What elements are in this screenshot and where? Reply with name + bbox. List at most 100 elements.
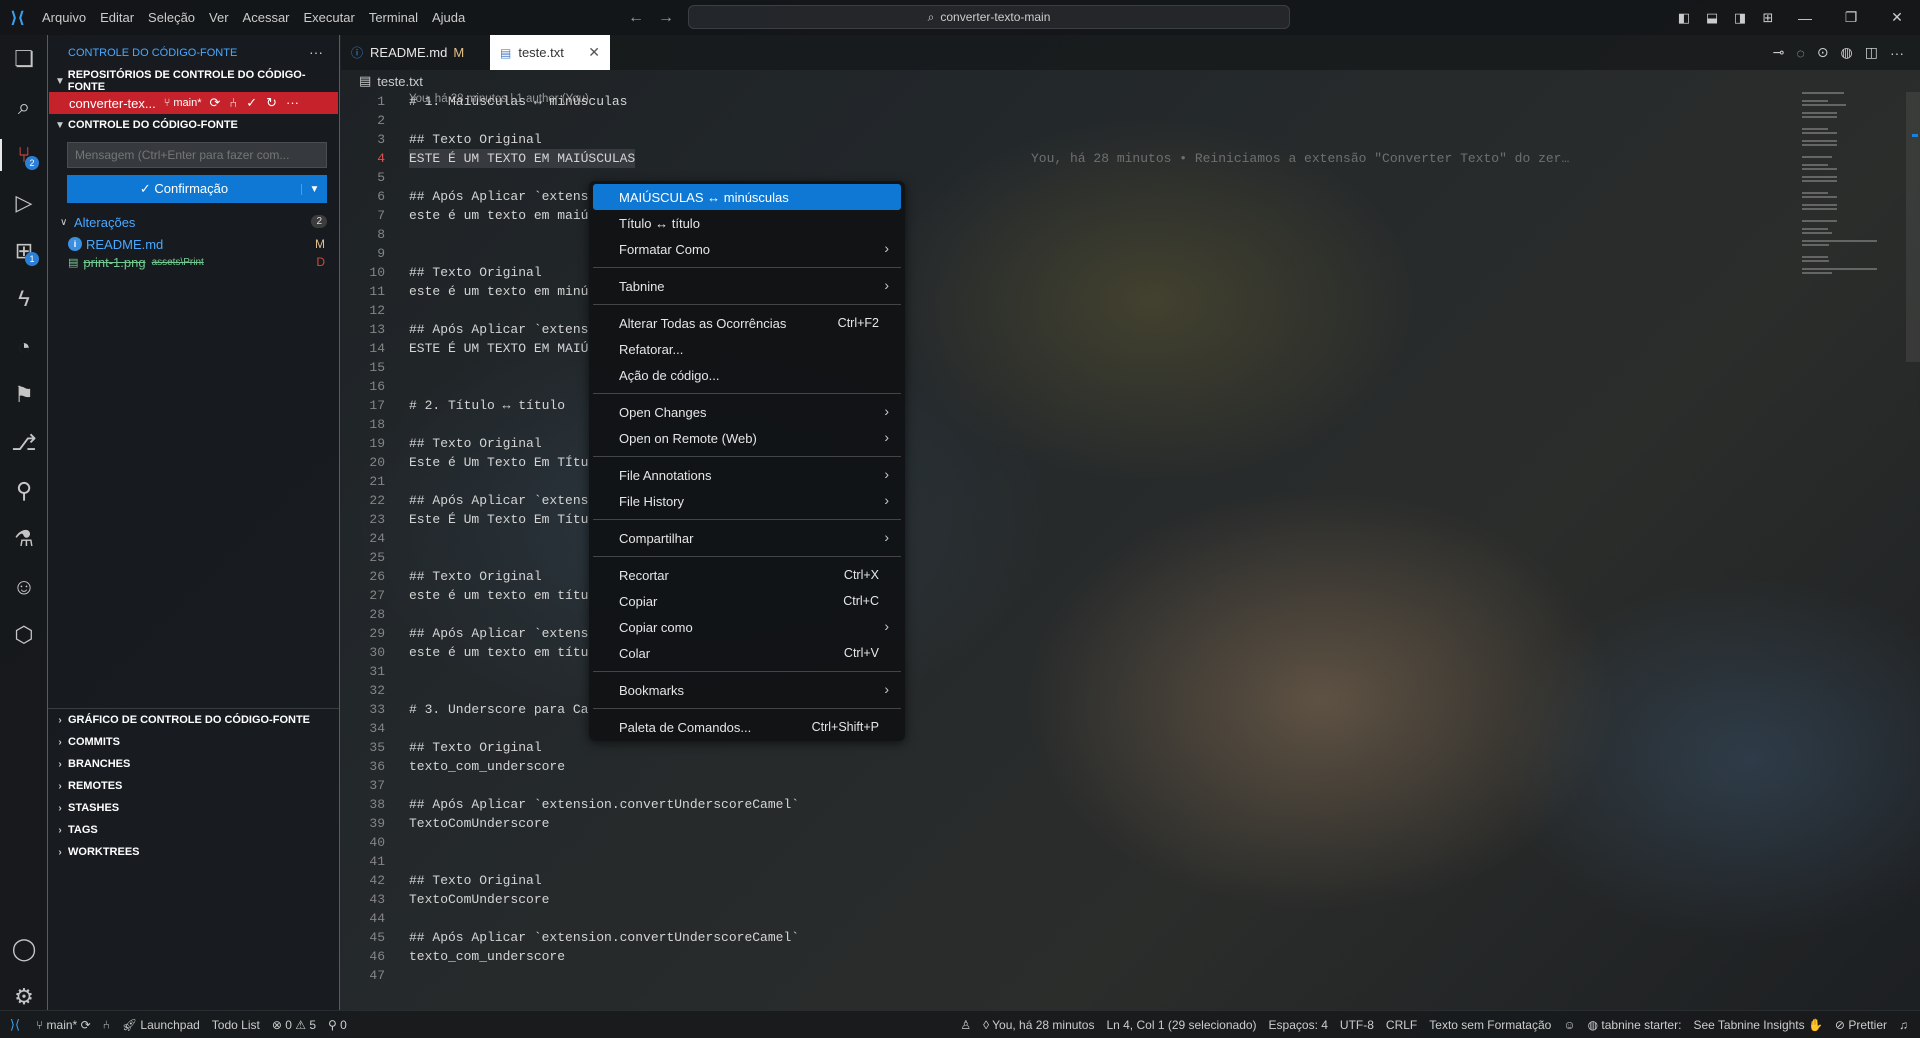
line-number[interactable]: 25 [341, 548, 385, 567]
context-menu-item[interactable]: Ação de código... [593, 362, 901, 388]
line-number[interactable]: 16 [341, 377, 385, 396]
commit-dropdown-icon[interactable]: ▼ [301, 183, 327, 195]
status-prettier[interactable]: ⊘ Prettier [1829, 1018, 1893, 1032]
thunder-client-icon[interactable]: ϟ [0, 275, 48, 323]
sync-icon[interactable]: ⟳ [209, 95, 220, 111]
code-line[interactable]: 20 Este é Um Texto Em TÍtu [341, 453, 1741, 472]
forward-arrow-icon[interactable]: → [658, 9, 674, 27]
line-number[interactable]: 27 [341, 586, 385, 605]
line-number[interactable]: 9 [341, 244, 385, 263]
explorer-icon[interactable]: ❏ [0, 35, 48, 83]
commit-button[interactable]: ✓ Confirmação ▼ [67, 175, 327, 203]
line-number[interactable]: 34 [341, 719, 385, 738]
context-menu-item[interactable]: File History › [593, 488, 901, 514]
line-number[interactable]: 46 [341, 947, 385, 966]
line-number[interactable]: 22 [341, 491, 385, 510]
menu-editar[interactable]: Editar [93, 0, 141, 35]
section-worktrees[interactable]: › WORKTREES [48, 841, 339, 863]
repositories-section-header[interactable]: ▼ REPOSITÓRIOS DE CONTROLE DO CÓDIGO-FON… [48, 69, 339, 93]
code-line[interactable]: 17 # 2. Título ↔ título [341, 396, 1741, 415]
toggle-primary-sidebar-icon[interactable]: ◧ [1670, 10, 1698, 26]
breadcrumb[interactable]: ▤ teste.txt [341, 70, 423, 92]
editor-more-icon[interactable]: ··· [1890, 45, 1904, 61]
refresh-icon[interactable]: ↻ [266, 95, 277, 111]
commit-message-input[interactable] [67, 142, 327, 168]
code-line[interactable]: 24 [341, 529, 1741, 548]
line-number[interactable]: 7 [341, 206, 385, 225]
code-line[interactable]: 14 ESTE É UM TEXTO EM MAIÚ [341, 339, 1741, 358]
code-line[interactable]: 45 ## Após Aplicar `extension.convertUnde… [341, 928, 1741, 947]
toggle-secondary-sidebar-icon[interactable]: ◨ [1726, 10, 1754, 26]
tab-readme[interactable]: ⓘ README.md M [341, 35, 481, 70]
code-line[interactable]: 21 [341, 472, 1741, 491]
section-stashes[interactable]: › STASHES [48, 797, 339, 819]
status-branch[interactable]: ⑂ main* ⟳ [30, 1018, 97, 1032]
toggle-panel-icon[interactable]: ⬓ [1698, 10, 1726, 26]
status-feedback-icon[interactable]: ☺ [1557, 1018, 1581, 1032]
line-number[interactable]: 13 [341, 320, 385, 339]
back-arrow-icon[interactable]: ← [628, 9, 644, 27]
repository-branch[interactable]: ⑂ main* [164, 97, 202, 109]
status-cursor-position[interactable]: Ln 4, Col 1 (29 selecionado) [1100, 1018, 1262, 1032]
menu-executar[interactable]: Executar [297, 0, 362, 35]
close-window-icon[interactable]: ✕ [1874, 9, 1920, 26]
line-number[interactable]: 5 [341, 168, 385, 187]
inline-blame[interactable]: You, há 28 minutos • Reiniciamos a exten… [1031, 149, 1569, 168]
command-center[interactable]: ⌕ converter-texto-main [688, 5, 1290, 29]
status-tabnine[interactable]: ◍ tabnine starter: [1582, 1018, 1688, 1032]
code-editor[interactable]: You, há 28 minutos | 1 author (You) 1 # 1… [341, 92, 1920, 1010]
code-line[interactable]: 44 [341, 909, 1741, 928]
code-line[interactable]: 38 ## Após Aplicar `extension.convertUnde… [341, 795, 1741, 814]
context-menu-item[interactable]: Refatorar... [593, 336, 901, 362]
menu-ajuda[interactable]: Ajuda [425, 0, 472, 35]
line-number[interactable]: 43 [341, 890, 385, 909]
menu-arquivo[interactable]: Arquivo [35, 0, 93, 35]
line-number[interactable]: 29 [341, 624, 385, 643]
line-number[interactable]: 10 [341, 263, 385, 282]
line-number[interactable]: 36 [341, 757, 385, 776]
status-language-mode[interactable]: Texto sem Formatação [1423, 1018, 1557, 1032]
menu-ver[interactable]: Ver [202, 0, 236, 35]
status-todo-list[interactable]: Todo List [206, 1018, 266, 1032]
context-menu-item[interactable]: Formatar Como › [593, 236, 901, 262]
run-debug-icon[interactable]: ▷ [0, 179, 48, 227]
open-changes-icon[interactable]: ⊙ [1817, 44, 1829, 61]
line-number[interactable]: 6 [341, 187, 385, 206]
context-menu-item[interactable]: File Annotations › [593, 462, 901, 488]
line-number[interactable]: 42 [341, 871, 385, 890]
code-line[interactable]: 3 ## Texto Original [341, 130, 1741, 149]
line-number[interactable]: 35 [341, 738, 385, 757]
repo-more-icon[interactable]: ··· [286, 95, 299, 111]
code-line[interactable]: 10 ## Texto Original [341, 263, 1741, 282]
context-menu-item[interactable]: Compartilhar › [593, 525, 901, 551]
gitlens-icon[interactable]: ⎇ [0, 419, 48, 467]
section-tags[interactable]: › TAGS [48, 819, 339, 841]
line-number[interactable]: 38 [341, 795, 385, 814]
status-graph-icon[interactable]: ⑃ [97, 1018, 116, 1032]
git-inspect-icon[interactable]: ⚲ [0, 467, 48, 515]
line-number[interactable]: 15 [341, 358, 385, 377]
commit-check-icon[interactable]: ✓ [246, 95, 257, 111]
code-line[interactable]: 13 ## Após Aplicar `extens [341, 320, 1741, 339]
context-menu-item[interactable]: Copiar como › [593, 614, 901, 640]
extensions-icon[interactable]: ⊞ 1 [0, 227, 48, 275]
line-number[interactable]: 30 [341, 643, 385, 662]
context-menu-item[interactable]: Copiar Ctrl+C [593, 588, 901, 614]
status-tabnine-insights[interactable]: See Tabnine Insights ✋ [1687, 1018, 1828, 1032]
code-line[interactable]: 16 [341, 377, 1741, 396]
graph-icon[interactable]: ⑃ [229, 95, 237, 111]
code-line[interactable]: 40 [341, 833, 1741, 852]
scm-section-header[interactable]: ▼ CONTROLE DO CÓDIGO-FONTE [48, 114, 339, 136]
line-number[interactable]: 39 [341, 814, 385, 833]
context-menu-item[interactable]: Open Changes › [593, 399, 901, 425]
status-encoding[interactable]: UTF-8 [1334, 1018, 1380, 1032]
code-line[interactable]: 34 [341, 719, 1741, 738]
timeline-icon[interactable]: ◌ [1796, 45, 1804, 61]
line-number[interactable]: 14 [341, 339, 385, 358]
testing-icon[interactable]: ⚗ [0, 515, 48, 563]
section-remotes[interactable]: › REMOTES [48, 775, 339, 797]
code-line[interactable]: 18 [341, 415, 1741, 434]
status-indentation[interactable]: Espaços: 4 [1263, 1018, 1334, 1032]
line-number[interactable]: 26 [341, 567, 385, 586]
code-line[interactable]: 11 este é um texto em minú [341, 282, 1741, 301]
